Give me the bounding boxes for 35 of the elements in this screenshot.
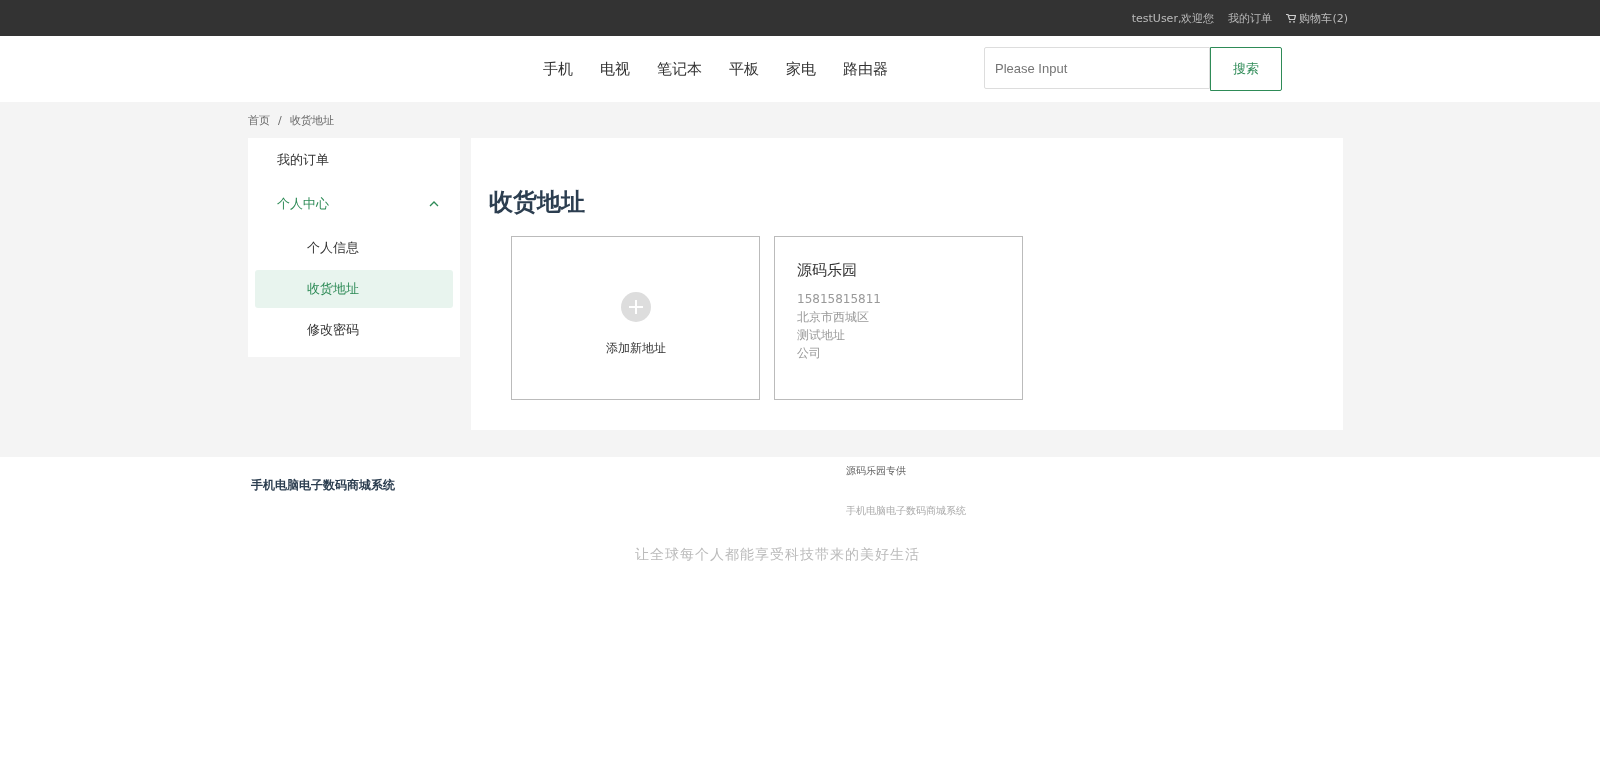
footer-subtitle: 手机电脑电子数码商城系统 [846,504,966,518]
footer-credit: 源码乐园专供 [846,464,907,478]
cart-link[interactable]: 购物车(2) [1286,10,1348,26]
nav-link[interactable]: 平板 [729,59,759,79]
address-line: 15815815811 [797,291,882,308]
nav-link[interactable]: 电视 [600,59,630,79]
breadcrumb-link[interactable]: 收货地址 [289,112,334,128]
address-line: 公司 [797,345,822,362]
sidebar-item[interactable]: 我的订单 [255,138,453,182]
search-field[interactable]: Please Input [984,47,1210,89]
plus-icon [620,291,651,322]
search-button[interactable]: 搜索 [1210,47,1282,91]
address-name: 源码乐园 [797,261,858,280]
greeting-text: testUser,欢迎您 [1131,10,1215,26]
add-address-label: 添加新地址 [605,339,666,357]
footer-slogan: 让全球每个人都能享受科技带来的美好生活 [635,546,921,564]
footer-brand: 手机电脑电子数码商城系统 [251,477,396,494]
sidebar-subitem[interactable]: 修改密码 [255,311,453,349]
sidebar-subitem[interactable]: 个人信息 [255,229,453,267]
nav-link[interactable]: 家电 [786,59,816,79]
address-line: 测试地址 [797,327,846,344]
orders-link[interactable]: 我的订单 [1228,10,1273,26]
sidebar-subitem[interactable]: 收货地址 [255,270,453,308]
chevron-icon [429,201,439,207]
address-card[interactable]: 源码乐园 15815815811 北京市西城区 测试地址 公司 [774,236,1023,400]
address-line: 北京市西城区 [797,309,870,326]
nav-link[interactable]: 笔记本 [657,59,702,79]
breadcrumb-link[interactable]: 首页 [248,112,270,128]
sidebar-item[interactable]: 个人中心 [255,182,453,226]
nav-link[interactable]: 路由器 [843,59,888,79]
add-address-card[interactable]: 添加新地址 [511,236,760,400]
page-title: 收货地址 [489,187,586,218]
breadcrumb-separator: / [278,113,282,127]
nav-link[interactable]: 手机 [543,59,573,79]
cart-icon [1286,13,1297,23]
